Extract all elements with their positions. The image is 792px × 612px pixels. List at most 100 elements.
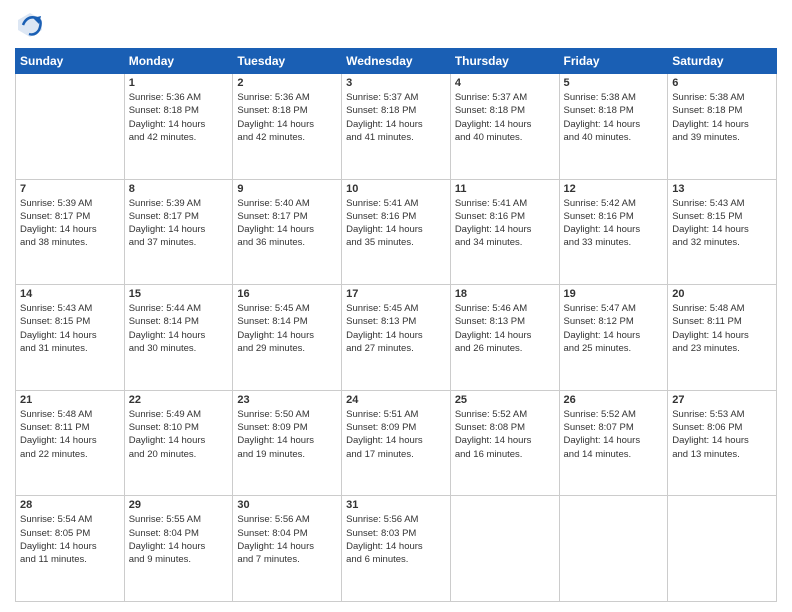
calendar-cell: 8Sunrise: 5:39 AMSunset: 8:17 PMDaylight… <box>124 179 233 285</box>
header <box>15 10 777 40</box>
calendar-cell: 12Sunrise: 5:42 AMSunset: 8:16 PMDayligh… <box>559 179 668 285</box>
cell-info-line: Sunrise: 5:41 AM <box>346 197 446 210</box>
cell-info-line: and 20 minutes. <box>129 448 229 461</box>
cell-info-line: Daylight: 14 hours <box>237 118 337 131</box>
cell-info-line: Daylight: 14 hours <box>564 223 664 236</box>
day-number: 3 <box>346 77 446 89</box>
day-number: 21 <box>20 394 120 406</box>
cell-info-line: Sunrise: 5:36 AM <box>237 91 337 104</box>
calendar-cell: 29Sunrise: 5:55 AMSunset: 8:04 PMDayligh… <box>124 496 233 602</box>
cell-info-line: Sunrise: 5:37 AM <box>455 91 555 104</box>
cell-info-line: and 33 minutes. <box>564 236 664 249</box>
cell-info-line: Daylight: 14 hours <box>237 434 337 447</box>
day-number: 10 <box>346 183 446 195</box>
cell-info-line: Daylight: 14 hours <box>346 329 446 342</box>
cell-info-line: and 31 minutes. <box>20 342 120 355</box>
cell-info-line: Sunset: 8:10 PM <box>129 421 229 434</box>
cell-info-line: Sunset: 8:09 PM <box>346 421 446 434</box>
calendar-cell: 13Sunrise: 5:43 AMSunset: 8:15 PMDayligh… <box>668 179 777 285</box>
cell-info-line: Sunset: 8:13 PM <box>346 315 446 328</box>
cell-info-line: and 25 minutes. <box>564 342 664 355</box>
calendar-cell: 2Sunrise: 5:36 AMSunset: 8:18 PMDaylight… <box>233 74 342 180</box>
cell-info-line: Daylight: 14 hours <box>455 329 555 342</box>
cell-info-line: Sunrise: 5:41 AM <box>455 197 555 210</box>
calendar-cell: 26Sunrise: 5:52 AMSunset: 8:07 PMDayligh… <box>559 390 668 496</box>
cell-info-line: Sunrise: 5:56 AM <box>237 513 337 526</box>
day-number: 23 <box>237 394 337 406</box>
calendar-cell: 3Sunrise: 5:37 AMSunset: 8:18 PMDaylight… <box>342 74 451 180</box>
cell-info-line: and 42 minutes. <box>237 131 337 144</box>
cell-info-line: Sunset: 8:16 PM <box>455 210 555 223</box>
cell-info-line: Sunrise: 5:39 AM <box>129 197 229 210</box>
cell-info-line: Daylight: 14 hours <box>672 118 772 131</box>
day-header-friday: Friday <box>559 49 668 74</box>
calendar-cell <box>559 496 668 602</box>
cell-info-line: and 19 minutes. <box>237 448 337 461</box>
calendar-cell: 30Sunrise: 5:56 AMSunset: 8:04 PMDayligh… <box>233 496 342 602</box>
cell-info-line: Sunrise: 5:38 AM <box>672 91 772 104</box>
cell-info-line: Sunrise: 5:45 AM <box>237 302 337 315</box>
cell-info-line: Daylight: 14 hours <box>455 118 555 131</box>
cell-info-line: Sunrise: 5:43 AM <box>672 197 772 210</box>
cell-info-line: Daylight: 14 hours <box>20 223 120 236</box>
calendar-table: SundayMondayTuesdayWednesdayThursdayFrid… <box>15 48 777 602</box>
cell-info-line: Daylight: 14 hours <box>129 118 229 131</box>
cell-info-line: Sunset: 8:05 PM <box>20 527 120 540</box>
cell-info-line: Sunrise: 5:37 AM <box>346 91 446 104</box>
calendar-week-row: 1Sunrise: 5:36 AMSunset: 8:18 PMDaylight… <box>16 74 777 180</box>
calendar-cell: 16Sunrise: 5:45 AMSunset: 8:14 PMDayligh… <box>233 285 342 391</box>
calendar-page: SundayMondayTuesdayWednesdayThursdayFrid… <box>0 0 792 612</box>
cell-info-line: Daylight: 14 hours <box>237 540 337 553</box>
cell-info-line: Sunrise: 5:47 AM <box>564 302 664 315</box>
cell-info-line: and 37 minutes. <box>129 236 229 249</box>
cell-info-line: Sunset: 8:09 PM <box>237 421 337 434</box>
cell-info-line: and 40 minutes. <box>564 131 664 144</box>
cell-info-line: Sunrise: 5:50 AM <box>237 408 337 421</box>
day-number: 6 <box>672 77 772 89</box>
day-header-wednesday: Wednesday <box>342 49 451 74</box>
day-number: 8 <box>129 183 229 195</box>
day-number: 24 <box>346 394 446 406</box>
calendar-cell: 15Sunrise: 5:44 AMSunset: 8:14 PMDayligh… <box>124 285 233 391</box>
cell-info-line: Daylight: 14 hours <box>20 434 120 447</box>
cell-info-line: Sunrise: 5:45 AM <box>346 302 446 315</box>
day-number: 7 <box>20 183 120 195</box>
cell-info-line: and 17 minutes. <box>346 448 446 461</box>
cell-info-line: Sunset: 8:04 PM <box>237 527 337 540</box>
calendar-cell: 21Sunrise: 5:48 AMSunset: 8:11 PMDayligh… <box>16 390 125 496</box>
cell-info-line: Sunset: 8:11 PM <box>20 421 120 434</box>
day-number: 9 <box>237 183 337 195</box>
cell-info-line: and 6 minutes. <box>346 553 446 566</box>
cell-info-line: Sunset: 8:17 PM <box>20 210 120 223</box>
calendar-cell: 18Sunrise: 5:46 AMSunset: 8:13 PMDayligh… <box>450 285 559 391</box>
cell-info-line: Sunset: 8:14 PM <box>237 315 337 328</box>
calendar-cell: 31Sunrise: 5:56 AMSunset: 8:03 PMDayligh… <box>342 496 451 602</box>
day-number: 11 <box>455 183 555 195</box>
calendar-cell: 20Sunrise: 5:48 AMSunset: 8:11 PMDayligh… <box>668 285 777 391</box>
cell-info-line: Sunrise: 5:40 AM <box>237 197 337 210</box>
cell-info-line: Sunset: 8:08 PM <box>455 421 555 434</box>
cell-info-line: and 16 minutes. <box>455 448 555 461</box>
cell-info-line: and 39 minutes. <box>672 131 772 144</box>
day-number: 27 <box>672 394 772 406</box>
day-header-monday: Monday <box>124 49 233 74</box>
cell-info-line: Sunset: 8:18 PM <box>564 104 664 117</box>
cell-info-line: and 42 minutes. <box>129 131 229 144</box>
cell-info-line: Sunrise: 5:46 AM <box>455 302 555 315</box>
cell-info-line: Daylight: 14 hours <box>672 329 772 342</box>
cell-info-line: Sunrise: 5:54 AM <box>20 513 120 526</box>
cell-info-line: Sunrise: 5:49 AM <box>129 408 229 421</box>
cell-info-line: Sunset: 8:15 PM <box>20 315 120 328</box>
calendar-cell: 25Sunrise: 5:52 AMSunset: 8:08 PMDayligh… <box>450 390 559 496</box>
cell-info-line: Sunrise: 5:51 AM <box>346 408 446 421</box>
day-number: 29 <box>129 499 229 511</box>
cell-info-line: and 23 minutes. <box>672 342 772 355</box>
cell-info-line: and 9 minutes. <box>129 553 229 566</box>
calendar-cell: 27Sunrise: 5:53 AMSunset: 8:06 PMDayligh… <box>668 390 777 496</box>
calendar-cell: 22Sunrise: 5:49 AMSunset: 8:10 PMDayligh… <box>124 390 233 496</box>
cell-info-line: Sunrise: 5:42 AM <box>564 197 664 210</box>
calendar-cell <box>450 496 559 602</box>
cell-info-line: Sunrise: 5:48 AM <box>672 302 772 315</box>
calendar-cell: 24Sunrise: 5:51 AMSunset: 8:09 PMDayligh… <box>342 390 451 496</box>
cell-info-line: Daylight: 14 hours <box>672 434 772 447</box>
